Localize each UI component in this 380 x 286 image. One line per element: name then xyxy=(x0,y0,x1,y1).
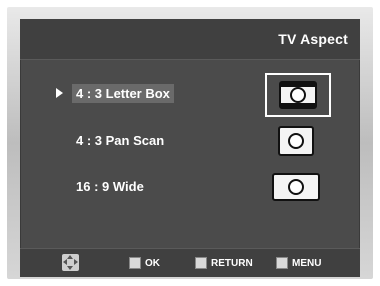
tv-lens-icon xyxy=(288,133,304,149)
menu-icon xyxy=(276,257,288,269)
widescreen-tv-icon xyxy=(272,173,320,201)
option-label: 4 : 3 Pan Scan xyxy=(76,133,165,148)
letterbox-tv-icon xyxy=(279,81,317,109)
tv-lens-icon xyxy=(288,179,304,195)
widescreen-tv-icon-frame[interactable] xyxy=(265,169,327,205)
option-label: 4 : 3 Letter Box xyxy=(72,84,174,103)
menu-label: MENU xyxy=(292,257,322,269)
option-label: 16 : 9 Wide xyxy=(76,179,144,194)
return-label: RETURN xyxy=(211,257,253,269)
panscan-tv-icon-frame[interactable] xyxy=(265,123,327,159)
osd-footer: OK RETURN MENU xyxy=(20,248,360,277)
page-title: TV Aspect xyxy=(278,31,348,47)
tv-lens-icon xyxy=(290,87,306,103)
return-icon xyxy=(195,257,207,269)
ok-hint[interactable]: OK xyxy=(129,256,160,270)
selection-arrow-icon xyxy=(56,88,63,98)
letterbox-tv-icon-frame[interactable] xyxy=(265,73,331,117)
panscan-tv-icon xyxy=(278,126,314,156)
dpad-icon xyxy=(62,254,79,271)
menu-hint[interactable]: MENU xyxy=(276,256,321,270)
osd-screen: TV Aspect 4 : 3 Letter Box 4 : 3 Pan Sca… xyxy=(20,19,360,277)
osd-header: TV Aspect xyxy=(20,19,360,60)
enter-icon xyxy=(129,257,141,269)
return-hint[interactable]: RETURN xyxy=(195,256,253,270)
ok-label: OK xyxy=(145,257,160,269)
